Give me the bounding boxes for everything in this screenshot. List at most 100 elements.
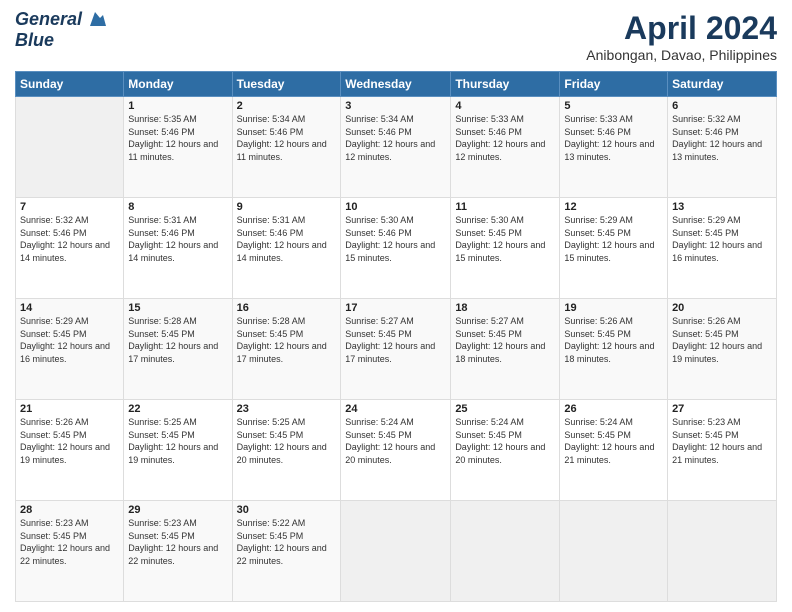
day-number: 24	[345, 403, 446, 415]
calendar-cell	[451, 501, 560, 602]
calendar-header: Sunday Monday Tuesday Wednesday Thursday…	[16, 72, 777, 97]
calendar-cell: 23Sunrise: 5:25 AMSunset: 5:45 PMDayligh…	[232, 400, 341, 501]
day-number: 28	[20, 504, 119, 516]
logo: General Blue	[15, 10, 106, 51]
day-number: 6	[672, 100, 772, 112]
calendar-cell: 28Sunrise: 5:23 AMSunset: 5:45 PMDayligh…	[16, 501, 124, 602]
calendar-cell: 27Sunrise: 5:23 AMSunset: 5:45 PMDayligh…	[668, 400, 777, 501]
day-info: Sunrise: 5:29 AMSunset: 5:45 PMDaylight:…	[672, 214, 772, 264]
calendar-week-row: 28Sunrise: 5:23 AMSunset: 5:45 PMDayligh…	[16, 501, 777, 602]
day-number: 16	[237, 302, 337, 314]
day-number: 22	[128, 403, 227, 415]
calendar-cell: 10Sunrise: 5:30 AMSunset: 5:46 PMDayligh…	[341, 198, 451, 299]
day-number: 17	[345, 302, 446, 314]
day-number: 27	[672, 403, 772, 415]
day-info: Sunrise: 5:32 AMSunset: 5:46 PMDaylight:…	[20, 214, 119, 264]
day-info: Sunrise: 5:26 AMSunset: 5:45 PMDaylight:…	[672, 315, 772, 365]
day-info: Sunrise: 5:28 AMSunset: 5:45 PMDaylight:…	[237, 315, 337, 365]
col-friday: Friday	[560, 72, 668, 97]
day-info: Sunrise: 5:25 AMSunset: 5:45 PMDaylight:…	[128, 416, 227, 466]
day-info: Sunrise: 5:22 AMSunset: 5:45 PMDaylight:…	[237, 517, 337, 567]
day-number: 18	[455, 302, 555, 314]
logo-icon	[84, 8, 106, 30]
logo-text: General	[15, 10, 82, 30]
day-info: Sunrise: 5:30 AMSunset: 5:46 PMDaylight:…	[345, 214, 446, 264]
day-number: 29	[128, 504, 227, 516]
calendar-cell: 25Sunrise: 5:24 AMSunset: 5:45 PMDayligh…	[451, 400, 560, 501]
day-number: 26	[564, 403, 663, 415]
header-row: Sunday Monday Tuesday Wednesday Thursday…	[16, 72, 777, 97]
calendar-cell: 12Sunrise: 5:29 AMSunset: 5:45 PMDayligh…	[560, 198, 668, 299]
col-saturday: Saturday	[668, 72, 777, 97]
day-number: 4	[455, 100, 555, 112]
day-number: 1	[128, 100, 227, 112]
day-number: 10	[345, 201, 446, 213]
day-number: 2	[237, 100, 337, 112]
calendar-cell: 30Sunrise: 5:22 AMSunset: 5:45 PMDayligh…	[232, 501, 341, 602]
calendar-cell: 1Sunrise: 5:35 AMSunset: 5:46 PMDaylight…	[124, 97, 232, 198]
header: General Blue April 2024 Anibongan, Davao…	[15, 10, 777, 63]
calendar-week-row: 14Sunrise: 5:29 AMSunset: 5:45 PMDayligh…	[16, 299, 777, 400]
day-number: 9	[237, 201, 337, 213]
day-number: 12	[564, 201, 663, 213]
day-number: 21	[20, 403, 119, 415]
day-info: Sunrise: 5:31 AMSunset: 5:46 PMDaylight:…	[237, 214, 337, 264]
col-sunday: Sunday	[16, 72, 124, 97]
calendar-cell: 24Sunrise: 5:24 AMSunset: 5:45 PMDayligh…	[341, 400, 451, 501]
day-info: Sunrise: 5:34 AMSunset: 5:46 PMDaylight:…	[237, 113, 337, 163]
col-monday: Monday	[124, 72, 232, 97]
day-number: 7	[20, 201, 119, 213]
day-info: Sunrise: 5:23 AMSunset: 5:45 PMDaylight:…	[20, 517, 119, 567]
day-info: Sunrise: 5:26 AMSunset: 5:45 PMDaylight:…	[564, 315, 663, 365]
day-number: 19	[564, 302, 663, 314]
day-info: Sunrise: 5:27 AMSunset: 5:45 PMDaylight:…	[455, 315, 555, 365]
day-number: 13	[672, 201, 772, 213]
day-number: 25	[455, 403, 555, 415]
calendar-cell: 3Sunrise: 5:34 AMSunset: 5:46 PMDaylight…	[341, 97, 451, 198]
calendar-week-row: 1Sunrise: 5:35 AMSunset: 5:46 PMDaylight…	[16, 97, 777, 198]
calendar-cell: 13Sunrise: 5:29 AMSunset: 5:45 PMDayligh…	[668, 198, 777, 299]
month-title: April 2024	[586, 10, 777, 47]
calendar-cell: 21Sunrise: 5:26 AMSunset: 5:45 PMDayligh…	[16, 400, 124, 501]
location: Anibongan, Davao, Philippines	[586, 47, 777, 63]
day-number: 5	[564, 100, 663, 112]
day-info: Sunrise: 5:24 AMSunset: 5:45 PMDaylight:…	[455, 416, 555, 466]
calendar-cell: 16Sunrise: 5:28 AMSunset: 5:45 PMDayligh…	[232, 299, 341, 400]
day-number: 11	[455, 201, 555, 213]
calendar-cell: 20Sunrise: 5:26 AMSunset: 5:45 PMDayligh…	[668, 299, 777, 400]
col-thursday: Thursday	[451, 72, 560, 97]
day-info: Sunrise: 5:24 AMSunset: 5:45 PMDaylight:…	[345, 416, 446, 466]
day-info: Sunrise: 5:27 AMSunset: 5:45 PMDaylight:…	[345, 315, 446, 365]
title-area: April 2024 Anibongan, Davao, Philippines	[586, 10, 777, 63]
day-info: Sunrise: 5:32 AMSunset: 5:46 PMDaylight:…	[672, 113, 772, 163]
day-number: 20	[672, 302, 772, 314]
day-info: Sunrise: 5:30 AMSunset: 5:45 PMDaylight:…	[455, 214, 555, 264]
page: General Blue April 2024 Anibongan, Davao…	[0, 0, 792, 612]
day-info: Sunrise: 5:29 AMSunset: 5:45 PMDaylight:…	[20, 315, 119, 365]
day-info: Sunrise: 5:31 AMSunset: 5:46 PMDaylight:…	[128, 214, 227, 264]
calendar-cell	[16, 97, 124, 198]
day-info: Sunrise: 5:33 AMSunset: 5:46 PMDaylight:…	[455, 113, 555, 163]
calendar-cell: 29Sunrise: 5:23 AMSunset: 5:45 PMDayligh…	[124, 501, 232, 602]
calendar-cell: 8Sunrise: 5:31 AMSunset: 5:46 PMDaylight…	[124, 198, 232, 299]
day-info: Sunrise: 5:35 AMSunset: 5:46 PMDaylight:…	[128, 113, 227, 163]
calendar-cell: 6Sunrise: 5:32 AMSunset: 5:46 PMDaylight…	[668, 97, 777, 198]
calendar-cell: 9Sunrise: 5:31 AMSunset: 5:46 PMDaylight…	[232, 198, 341, 299]
day-number: 3	[345, 100, 446, 112]
calendar-cell: 7Sunrise: 5:32 AMSunset: 5:46 PMDaylight…	[16, 198, 124, 299]
day-info: Sunrise: 5:28 AMSunset: 5:45 PMDaylight:…	[128, 315, 227, 365]
day-info: Sunrise: 5:23 AMSunset: 5:45 PMDaylight:…	[128, 517, 227, 567]
calendar-cell: 15Sunrise: 5:28 AMSunset: 5:45 PMDayligh…	[124, 299, 232, 400]
day-number: 8	[128, 201, 227, 213]
calendar-cell: 19Sunrise: 5:26 AMSunset: 5:45 PMDayligh…	[560, 299, 668, 400]
day-number: 30	[237, 504, 337, 516]
calendar-cell: 14Sunrise: 5:29 AMSunset: 5:45 PMDayligh…	[16, 299, 124, 400]
calendar-cell: 5Sunrise: 5:33 AMSunset: 5:46 PMDaylight…	[560, 97, 668, 198]
calendar-week-row: 7Sunrise: 5:32 AMSunset: 5:46 PMDaylight…	[16, 198, 777, 299]
day-info: Sunrise: 5:25 AMSunset: 5:45 PMDaylight:…	[237, 416, 337, 466]
day-number: 15	[128, 302, 227, 314]
calendar-cell: 11Sunrise: 5:30 AMSunset: 5:45 PMDayligh…	[451, 198, 560, 299]
day-number: 14	[20, 302, 119, 314]
logo-blue: Blue	[15, 30, 106, 51]
calendar-week-row: 21Sunrise: 5:26 AMSunset: 5:45 PMDayligh…	[16, 400, 777, 501]
